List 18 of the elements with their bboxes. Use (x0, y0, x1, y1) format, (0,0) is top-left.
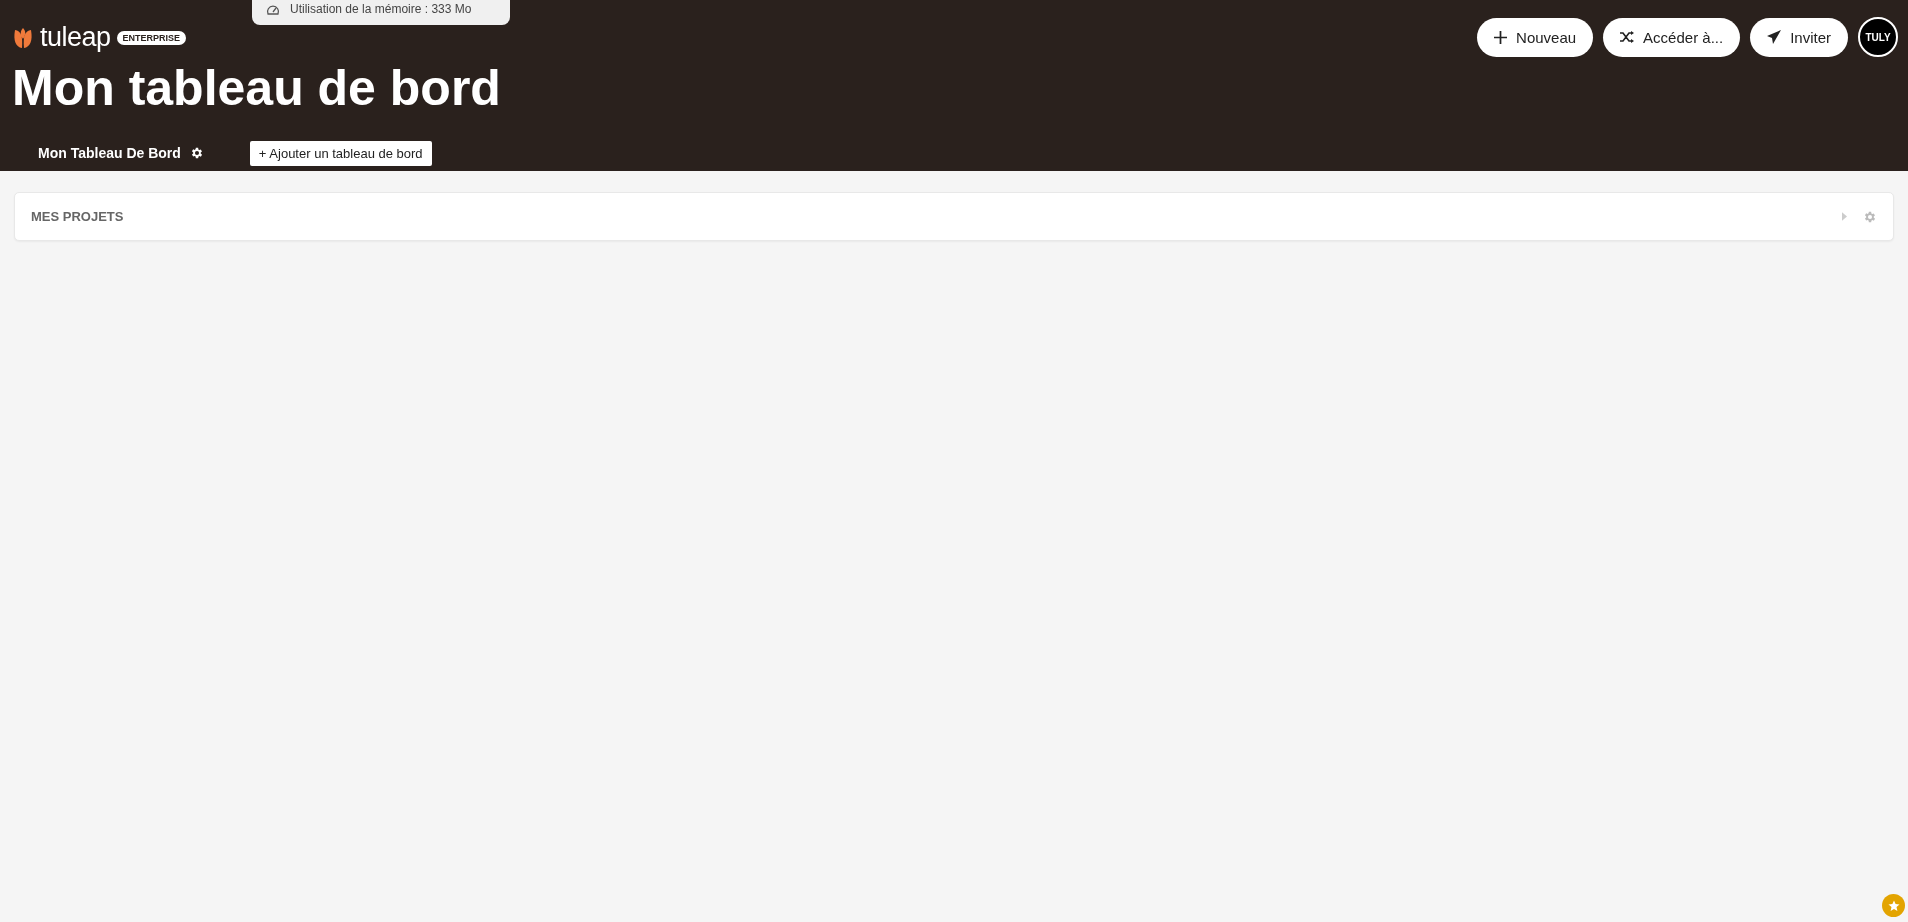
caret-icon[interactable] (1842, 212, 1847, 221)
plus-icon (1494, 30, 1508, 44)
star-icon (1887, 899, 1900, 912)
switch-to-button[interactable]: Accéder à... (1603, 17, 1741, 57)
settings-icon[interactable] (189, 146, 204, 160)
memory-usage-text: Utilisation de la mémoire : 333 Mo (290, 1, 472, 16)
add-dashboard-button[interactable]: + Ajouter un tableau de bord (249, 140, 432, 166)
dashboard-tab[interactable]: Mon Tableau De Bord (38, 145, 181, 161)
user-avatar[interactable]: TULY (1858, 17, 1898, 57)
page-title: Mon tableau de bord (12, 60, 502, 116)
edition-badge: ENTERPRISE (116, 30, 187, 45)
new-button[interactable]: Nouveau (1477, 17, 1594, 57)
invite-button[interactable]: Inviter (1750, 17, 1848, 57)
shuffle-icon (1620, 31, 1635, 43)
logo-text[interactable]: tuleap (40, 22, 111, 53)
paper-plane-icon (1767, 30, 1782, 44)
widget-title: MES PROJETS (31, 209, 124, 224)
star-button[interactable] (1882, 894, 1905, 917)
